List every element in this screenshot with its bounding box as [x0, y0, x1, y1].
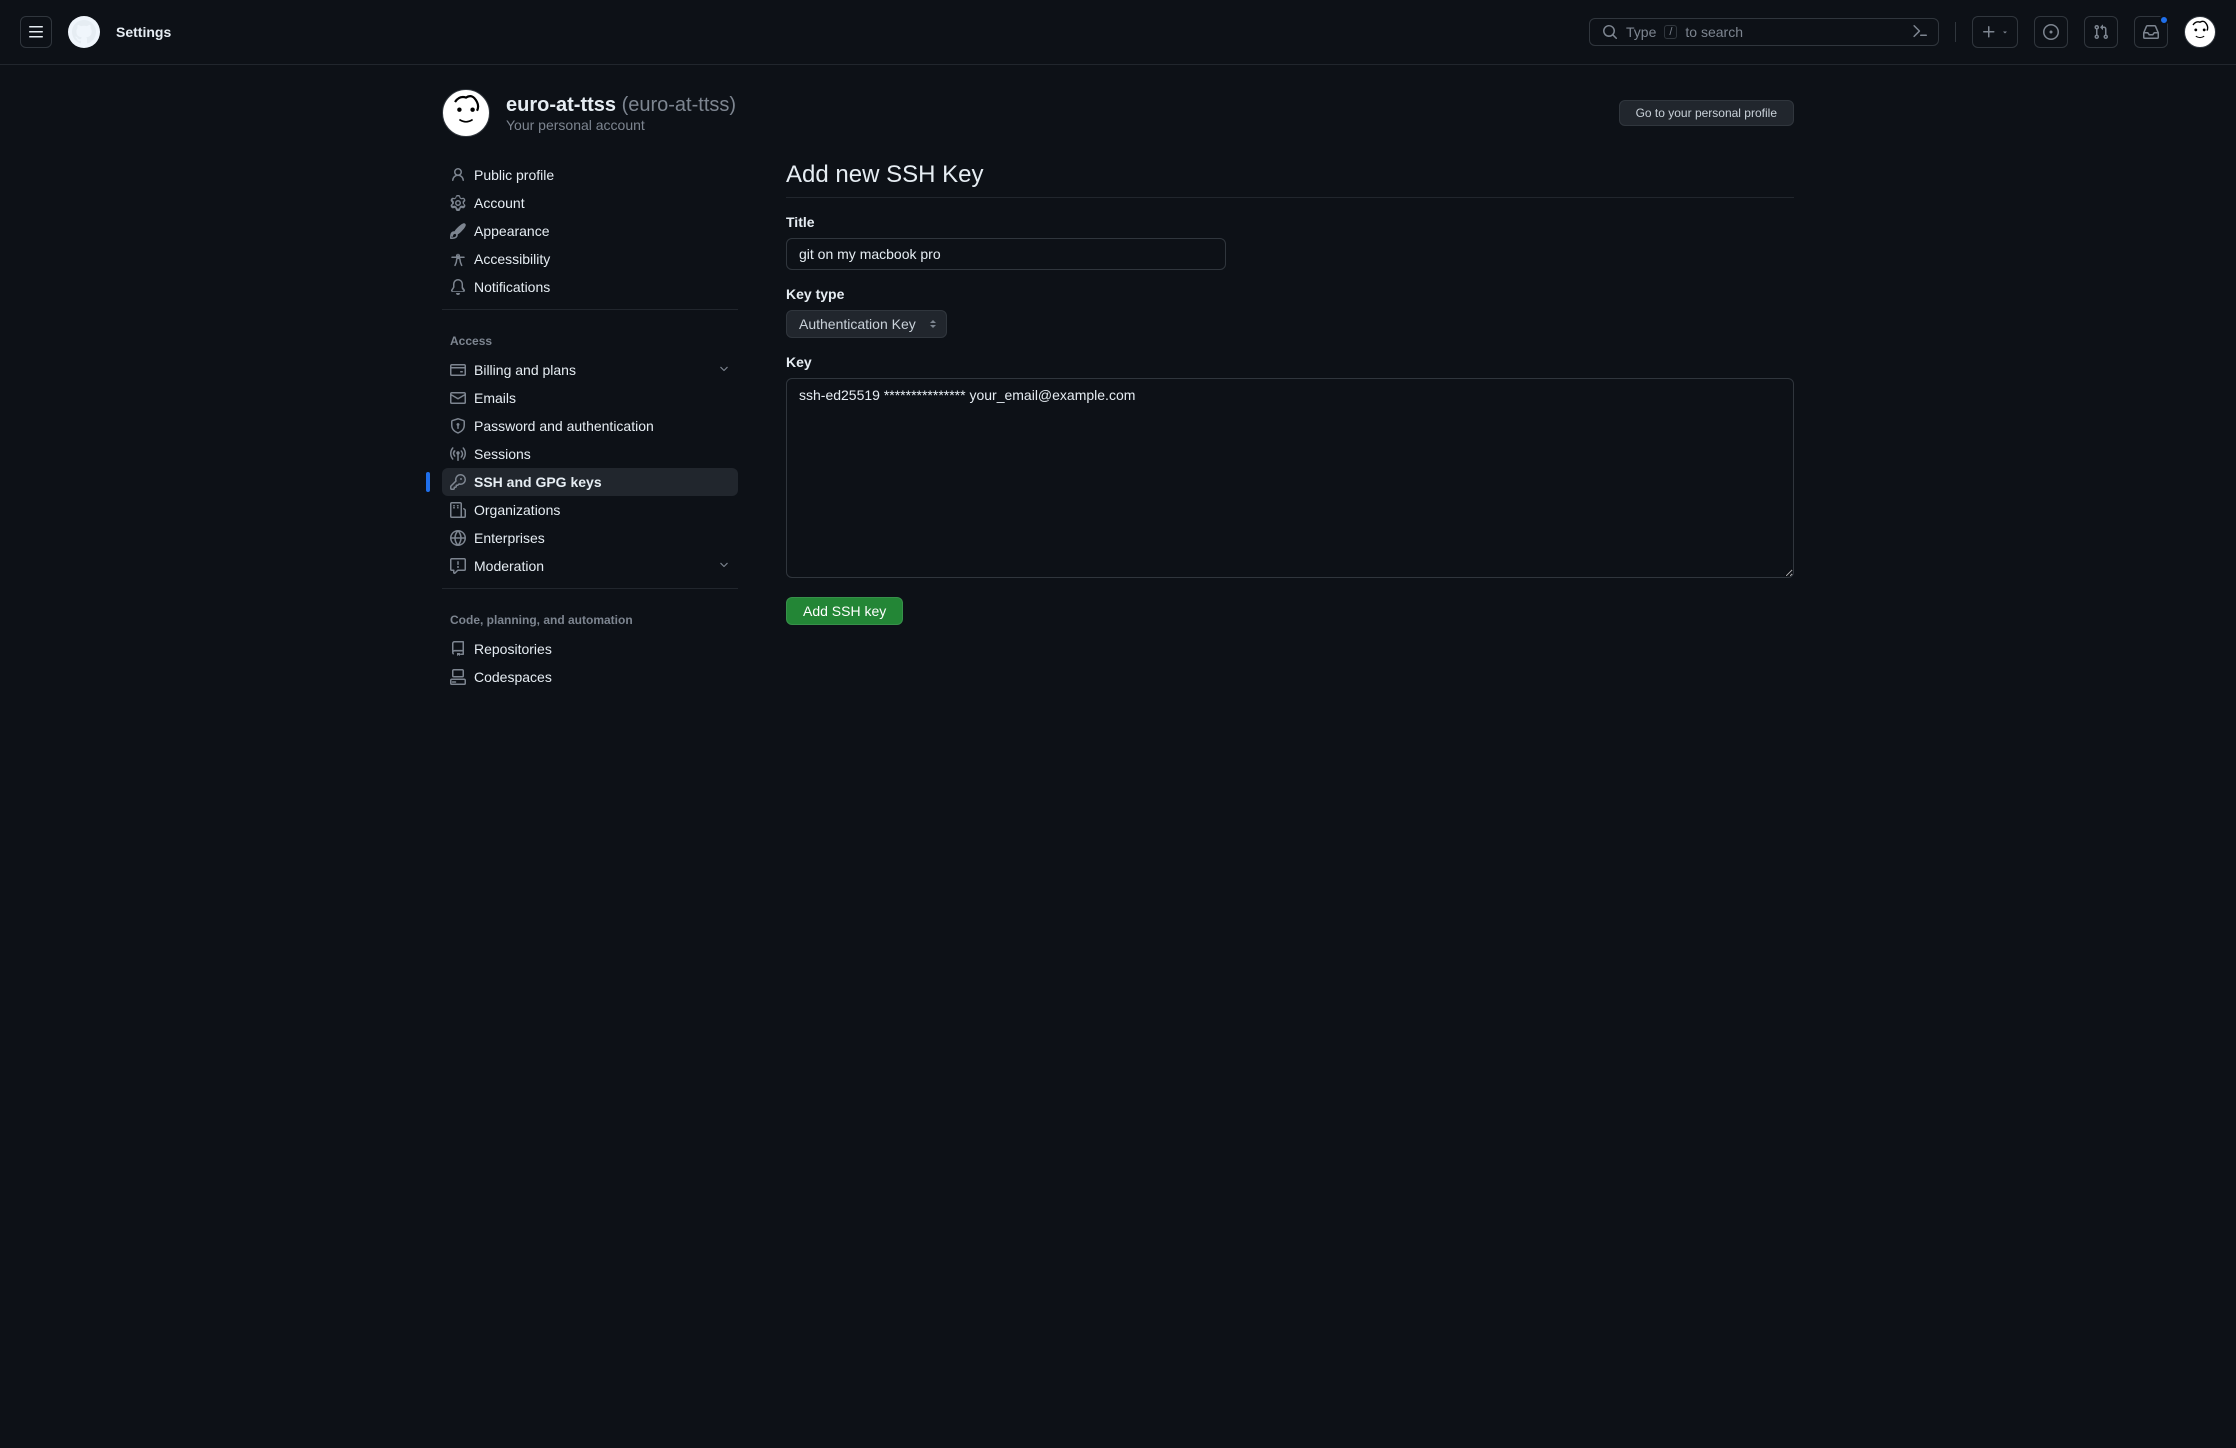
sidebar-item-label: Codespaces	[474, 669, 552, 685]
search-suffix-text: to search	[1685, 24, 1743, 40]
sidebar-item-label: Accessibility	[474, 251, 550, 267]
organization-icon	[450, 502, 466, 518]
key-textarea[interactable]	[786, 378, 1794, 578]
github-logo-link[interactable]	[68, 16, 100, 48]
sidebar-item-label: Emails	[474, 390, 516, 406]
sidebar-item-account[interactable]: Account	[442, 189, 738, 217]
sidebar-item-label: SSH and GPG keys	[474, 474, 602, 490]
sidebar-item-billing[interactable]: Billing and plans	[442, 356, 738, 384]
sidebar-item-label: Billing and plans	[474, 362, 576, 378]
sidebar-item-codespaces[interactable]: Codespaces	[442, 663, 738, 691]
pull-requests-button[interactable]	[2084, 16, 2118, 48]
add-ssh-key-button[interactable]: Add SSH key	[786, 597, 903, 625]
sidebar-item-label: Account	[474, 195, 525, 211]
sidebar-item-appearance[interactable]: Appearance	[442, 217, 738, 245]
title-label: Title	[786, 214, 1794, 230]
github-logo-icon	[72, 20, 96, 44]
person-icon	[450, 167, 466, 183]
go-to-profile-button[interactable]: Go to your personal profile	[1619, 100, 1794, 126]
sidebar-section-access: Access	[442, 326, 738, 356]
sidebar-item-password[interactable]: Password and authentication	[442, 412, 738, 440]
credit-card-icon	[450, 362, 466, 378]
issues-button[interactable]	[2034, 16, 2068, 48]
triangle-down-icon	[2001, 28, 2009, 36]
sidebar-item-public-profile[interactable]: Public profile	[442, 161, 738, 189]
search-slash-hint: /	[1664, 25, 1677, 39]
account-avatar[interactable]	[442, 89, 490, 137]
avatar-icon	[444, 91, 488, 135]
sidebar-item-enterprises[interactable]: Enterprises	[442, 524, 738, 552]
notifications-button[interactable]	[2134, 16, 2168, 48]
avatar-icon	[2186, 18, 2214, 46]
sidebar-item-ssh-keys[interactable]: SSH and GPG keys	[442, 468, 738, 496]
sidebar-item-label: Organizations	[474, 502, 560, 518]
report-icon	[450, 558, 466, 574]
command-palette-icon[interactable]	[1912, 23, 1928, 42]
sidebar-divider	[442, 588, 738, 589]
chevron-down-icon	[718, 362, 730, 378]
sidebar-item-label: Notifications	[474, 279, 550, 295]
key-icon	[450, 474, 466, 490]
search-input[interactable]: Type / to search	[1589, 18, 1939, 46]
sidebar-item-label: Password and authentication	[474, 418, 654, 434]
bell-icon	[450, 279, 466, 295]
broadcast-icon	[450, 446, 466, 462]
sidebar-divider	[442, 309, 738, 310]
header-divider	[1955, 22, 1956, 42]
keytype-label: Key type	[786, 286, 1794, 302]
search-prefix-text: Type	[1626, 24, 1656, 40]
sidebar-item-organizations[interactable]: Organizations	[442, 496, 738, 524]
issue-opened-icon	[2043, 24, 2059, 40]
app-header: Settings Type / to search	[0, 0, 2236, 65]
sidebar-item-emails[interactable]: Emails	[442, 384, 738, 412]
account-username: euro-at-ttss	[506, 94, 616, 116]
account-handle: (euro-at-ttss)	[622, 94, 736, 116]
keytype-value: Authentication Key	[799, 316, 916, 332]
pull-request-icon	[2093, 24, 2109, 40]
account-name-line: euro-at-ttss (euro-at-ttss)	[506, 94, 736, 117]
page-heading: Add new SSH Key	[786, 161, 1794, 198]
sidebar-item-label: Public profile	[474, 167, 554, 183]
header-title[interactable]: Settings	[116, 24, 171, 40]
sidebar-item-label: Enterprises	[474, 530, 545, 546]
sidebar-item-notifications[interactable]: Notifications	[442, 273, 738, 301]
sidebar-item-label: Moderation	[474, 558, 544, 574]
globe-icon	[450, 530, 466, 546]
shield-lock-icon	[450, 418, 466, 434]
settings-sidebar: Public profile Account Appearance Access…	[442, 161, 738, 691]
account-header: euro-at-ttss (euro-at-ttss) Your persona…	[442, 89, 1794, 137]
codespaces-icon	[450, 669, 466, 685]
paintbrush-icon	[450, 223, 466, 239]
accessibility-icon	[450, 251, 466, 267]
select-caret-icon	[930, 320, 936, 328]
main-content: Add new SSH Key Title Key type Authentic…	[786, 161, 1794, 691]
account-subtitle: Your personal account	[506, 117, 736, 133]
hamburger-icon	[28, 24, 44, 40]
sidebar-item-label: Repositories	[474, 641, 552, 657]
chevron-down-icon	[718, 558, 730, 574]
user-avatar-button[interactable]	[2184, 16, 2216, 48]
notification-dot	[2159, 15, 2169, 25]
sidebar-item-moderation[interactable]: Moderation	[442, 552, 738, 580]
sidebar-item-label: Appearance	[474, 223, 550, 239]
sidebar-section-code: Code, planning, and automation	[442, 605, 738, 635]
sidebar-item-label: Sessions	[474, 446, 531, 462]
hamburger-menu-button[interactable]	[20, 16, 52, 48]
plus-icon	[1981, 24, 1997, 40]
sidebar-item-sessions[interactable]: Sessions	[442, 440, 738, 468]
gear-icon	[450, 195, 466, 211]
sidebar-item-repositories[interactable]: Repositories	[442, 635, 738, 663]
create-new-button[interactable]	[1972, 16, 2018, 48]
search-icon	[1602, 24, 1618, 40]
sidebar-item-accessibility[interactable]: Accessibility	[442, 245, 738, 273]
keytype-select[interactable]: Authentication Key	[786, 310, 947, 338]
mail-icon	[450, 390, 466, 406]
repo-icon	[450, 641, 466, 657]
key-label: Key	[786, 354, 1794, 370]
inbox-icon	[2143, 24, 2159, 40]
title-input[interactable]	[786, 238, 1226, 270]
